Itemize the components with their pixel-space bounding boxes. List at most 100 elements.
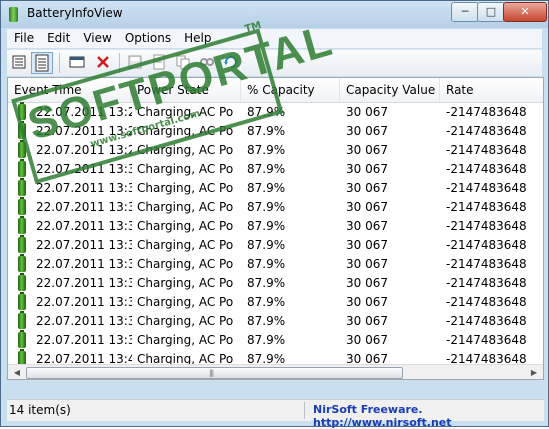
refresh-icon[interactable] [223,54,239,70]
capacity-value-cell: 30 067 [346,105,388,119]
log-view-icon[interactable] [31,52,53,74]
capacity-percent-cell: 87.9% [247,238,286,252]
event-time-cell: 22.07.2011 13:28:... [36,124,132,138]
table-row[interactable]: 22.07.2011 13:33:... Charging, AC Po... 87… [8,216,543,236]
capacity-value-cell: 30 067 [346,162,388,176]
capacity-percent-cell: 87.9% [247,124,286,138]
menu-view[interactable]: View [76,29,117,45]
toolbar [7,49,542,76]
rate-cell: -2147483648 [446,105,527,119]
power-state-cell: Charging, AC Po... [137,124,233,138]
column-header-rate[interactable]: Rate [440,78,543,102]
maximize-button[interactable]: □ [477,2,505,22]
event-time-cell: 22.07.2011 13:36:... [36,276,132,290]
battery-icon [18,254,26,272]
power-state-cell: Charging, AC Po... [137,181,233,195]
scroll-right-icon[interactable]: ▶ [527,367,541,378]
rate-cell: -2147483648 [446,257,527,271]
event-time-cell: 22.07.2011 13:33:... [36,219,132,233]
find-icon[interactable] [199,54,215,70]
table-row[interactable]: 22.07.2011 13:27:... Charging, AC Po... 87… [8,102,543,122]
battery-icon [18,273,26,291]
power-state-cell: Charging, AC Po... [137,162,233,176]
table-row[interactable]: 22.07.2011 13:35:... Charging, AC Po... 87… [8,254,543,274]
menu-file[interactable]: File [7,29,40,45]
table-row[interactable]: 22.07.2011 13:30:... Charging, AC Po... 87… [8,159,543,179]
close-button[interactable]: ✕ [503,2,547,22]
capacity-percent-cell: 87.9% [247,105,286,119]
event-time-cell: 22.07.2011 13:35:... [36,257,132,271]
minimize-button[interactable]: ─ [451,2,479,22]
export-icon[interactable] [151,54,167,70]
event-list[interactable]: Event Time Power State % Capacity Capaci… [7,77,544,380]
nirsoft-link[interactable]: NirSoft Freeware. http://www.nirsoft.net [313,403,544,429]
rate-cell: -2147483648 [446,333,527,347]
power-state-cell: Charging, AC Po... [137,333,233,347]
capacity-value-cell: 30 067 [346,295,388,309]
menu-help[interactable]: Help [177,29,217,45]
menu-options[interactable]: Options [118,29,177,45]
toolbar-separator [119,53,120,73]
capacity-value-cell: 30 067 [346,276,388,290]
horizontal-scrollbar[interactable]: ◀ ||| ▶ [8,364,543,379]
capacity-percent-cell: 87.9% [247,295,286,309]
power-state-cell: Charging, AC Po... [137,257,233,271]
capacity-value-cell: 30 067 [346,238,388,252]
event-time-cell: 22.07.2011 13:29:... [36,143,132,157]
capacity-value-cell: 30 067 [346,181,388,195]
toolbar-separator [59,53,60,73]
table-row[interactable]: 22.07.2011 13:31:... Charging, AC Po... 87… [8,178,543,198]
battery-icon [18,330,26,348]
scrollbar-thumb[interactable]: ||| [26,367,403,379]
table-row[interactable]: 22.07.2011 13:28:... Charging, AC Po... 87… [8,121,543,141]
rate-cell: -2147483648 [446,200,527,214]
status-separator [304,402,305,419]
battery-icon [18,216,26,234]
scroll-left-icon[interactable]: ◀ [10,367,24,378]
column-header-power-state[interactable]: Power State [131,78,241,102]
column-header-capacity-percent[interactable]: % Capacity [241,78,340,102]
power-state-cell: Charging, AC Po... [137,276,233,290]
menu-edit[interactable]: Edit [40,29,76,45]
rate-cell: -2147483648 [446,238,527,252]
table-row[interactable]: 22.07.2011 13:38:... Charging, AC Po... 87… [8,311,543,331]
event-time-cell: 22.07.2011 13:27:... [36,105,132,119]
capacity-percent-cell: 87.9% [247,181,286,195]
table-row[interactable]: 22.07.2011 13:29:... Charging, AC Po... 87… [8,140,543,160]
list-header: Event Time Power State % Capacity Capaci… [8,78,543,103]
menu-bar: File Edit View Options Help [7,29,542,48]
battery-info-icon[interactable] [11,54,27,70]
power-state-cell: Charging, AC Po... [137,314,233,328]
table-row[interactable]: 22.07.2011 13:39:... Charging, AC Po... 87… [8,330,543,350]
battery-icon [18,292,26,310]
event-time-cell: 22.07.2011 13:34:... [36,238,132,252]
save-icon[interactable] [127,54,143,70]
table-row[interactable]: 22.07.2011 13:32:... Charging, AC Po... 87… [8,197,543,217]
column-header-capacity-value[interactable]: Capacity Value [340,78,440,102]
window-title: BatteryInfoView [27,6,123,20]
capacity-value-cell: 30 067 [346,219,388,233]
capacity-percent-cell: 87.9% [247,333,286,347]
title-bar[interactable]: BatteryInfoView ─ □ ✕ [1,1,548,28]
capacity-value-cell: 30 067 [346,200,388,214]
item-count: 14 item(s) [9,403,71,417]
battery-icon [18,197,26,215]
rate-cell: -2147483648 [446,124,527,138]
table-row[interactable]: 22.07.2011 13:36:... Charging, AC Po... 87… [8,273,543,293]
battery-icon [18,121,26,139]
rate-cell: -2147483648 [446,295,527,309]
table-row[interactable]: 22.07.2011 13:34:... Charging, AC Po... 87… [8,235,543,255]
capacity-percent-cell: 87.9% [247,276,286,290]
table-row[interactable]: 22.07.2011 13:37:... Charging, AC Po... 87… [8,292,543,312]
power-state-cell: Charging, AC Po... [137,295,233,309]
event-time-cell: 22.07.2011 13:30:... [36,162,132,176]
rate-cell: -2147483648 [446,219,527,233]
column-header-event-time[interactable]: Event Time [8,78,131,102]
capacity-percent-cell: 87.9% [247,200,286,214]
event-time-cell: 22.07.2011 13:38:... [36,314,132,328]
copy-icon[interactable] [175,54,191,70]
properties-icon[interactable] [69,54,85,70]
delete-icon[interactable] [95,54,111,70]
event-time-cell: 22.07.2011 13:31:... [36,181,132,195]
status-bar: 14 item(s) NirSoft Freeware. http://www.… [7,399,544,429]
